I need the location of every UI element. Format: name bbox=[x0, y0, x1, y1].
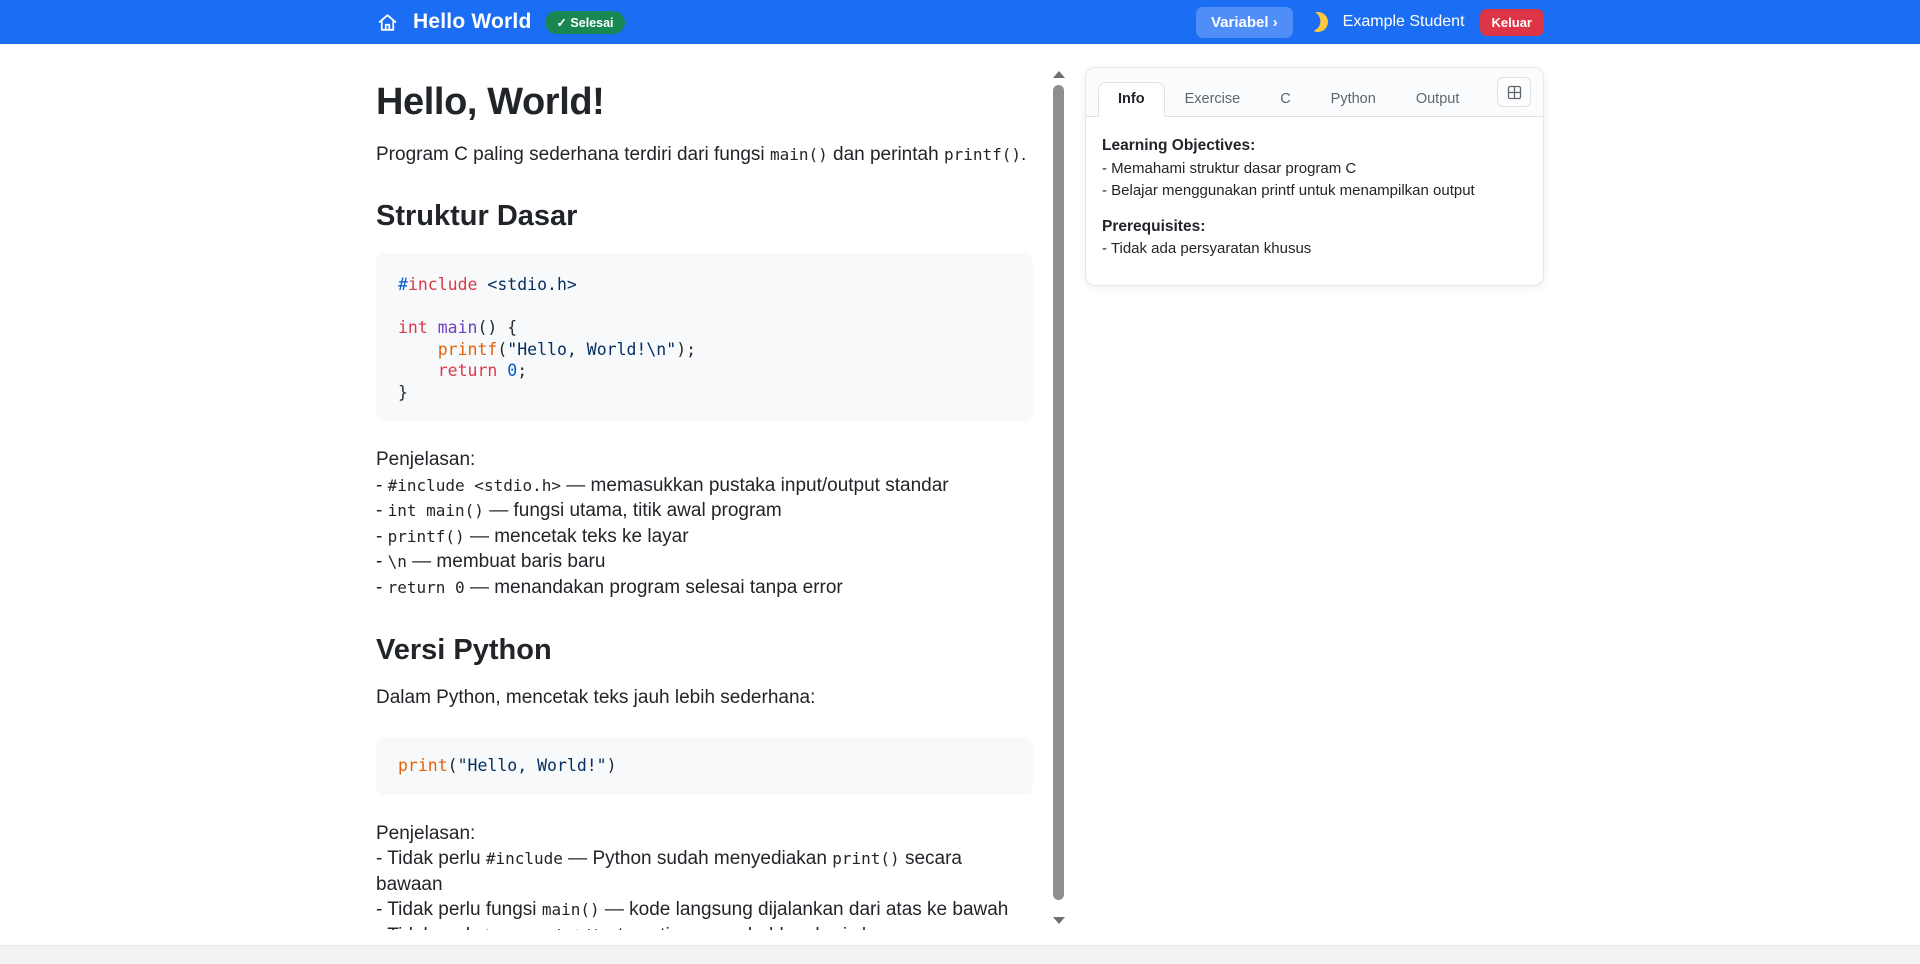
explanation-item: - Tidak perlu #include — Python sudah me… bbox=[376, 846, 1033, 897]
section-heading-versi-python: Versi Python bbox=[376, 634, 1033, 667]
python-intro: Dalam Python, mencetak teks jauh lebih s… bbox=[376, 687, 1033, 709]
content-scrollbar[interactable] bbox=[1050, 67, 1067, 930]
panel-layout-button[interactable] bbox=[1497, 77, 1531, 107]
horizontal-scrollbar[interactable] bbox=[0, 945, 1920, 964]
tab-c[interactable]: C bbox=[1260, 82, 1310, 117]
home-button[interactable] bbox=[376, 11, 399, 34]
objective-item: - Belajar menggunakan printf untuk menam… bbox=[1102, 180, 1527, 203]
page-title: Hello World bbox=[413, 10, 531, 34]
c-explanation: Penjelasan: - #include <stdio.h> — memas… bbox=[376, 447, 1033, 600]
lesson-content-scroll-area[interactable]: Hello, World! Program C paling sederhana… bbox=[376, 67, 1067, 930]
side-panel: Info Exercise C Python Output Learning O… bbox=[1085, 67, 1544, 286]
explanation-item: - Tidak perlu \n — print() otomatis mena… bbox=[376, 923, 1033, 931]
prerequisites-heading: Prerequisites: bbox=[1102, 216, 1527, 239]
explanation-item: - return 0 — menandakan program selesai … bbox=[376, 575, 1033, 601]
scrollbar-thumb[interactable] bbox=[1053, 85, 1064, 900]
objective-item: - Memahami struktur dasar program C bbox=[1102, 158, 1527, 181]
panel-info-content: Learning Objectives: - Memahami struktur… bbox=[1086, 117, 1543, 285]
prerequisite-item: - Tidak ada persyaratan khusus bbox=[1102, 238, 1527, 261]
tab-info[interactable]: Info bbox=[1098, 82, 1165, 117]
lesson-title: Hello, World! bbox=[376, 81, 1033, 124]
explanation-item: - Tidak perlu fungsi main() — kode langs… bbox=[376, 897, 1033, 923]
home-icon bbox=[376, 11, 399, 34]
lesson-intro: Program C paling sederhana terdiri dari … bbox=[376, 144, 1033, 166]
objectives-heading: Learning Objectives: bbox=[1102, 135, 1527, 158]
user-name: Example Student bbox=[1343, 13, 1465, 31]
explanation-item: - #include <stdio.h> — memasukkan pustak… bbox=[376, 473, 1033, 499]
scrollbar-down-arrow-icon[interactable] bbox=[1053, 917, 1065, 924]
explanation-label: Penjelasan: bbox=[376, 821, 1033, 847]
tab-exercise[interactable]: Exercise bbox=[1165, 82, 1261, 117]
logout-button[interactable]: Keluar bbox=[1480, 9, 1544, 36]
explanation-label: Penjelasan: bbox=[376, 447, 1033, 473]
theme-toggle-moon-icon[interactable] bbox=[1305, 9, 1330, 34]
panel-tab-bar: Info Exercise C Python Output bbox=[1086, 68, 1543, 117]
app-header: Hello World ✓ Selesai Variabel › Example… bbox=[0, 0, 1920, 44]
tab-output[interactable]: Output bbox=[1396, 82, 1480, 117]
explanation-item: - \n — membuat baris baru bbox=[376, 549, 1033, 575]
python-code-block: print("Hello, World!") bbox=[376, 737, 1033, 795]
tab-python[interactable]: Python bbox=[1311, 82, 1396, 117]
explanation-item: - printf() — mencetak teks ke layar bbox=[376, 524, 1033, 550]
c-code-block: #include <stdio.h> int main() { printf("… bbox=[376, 253, 1033, 421]
section-heading-struktur-dasar: Struktur Dasar bbox=[376, 200, 1033, 233]
python-explanation: Penjelasan: - Tidak perlu #include — Pyt… bbox=[376, 821, 1033, 931]
status-badge: ✓ Selesai bbox=[545, 11, 624, 34]
next-lesson-button[interactable]: Variabel › bbox=[1196, 7, 1293, 38]
scrollbar-up-arrow-icon[interactable] bbox=[1053, 71, 1065, 78]
explanation-item: - int main() — fungsi utama, titik awal … bbox=[376, 498, 1033, 524]
grid-window-icon bbox=[1507, 85, 1522, 100]
